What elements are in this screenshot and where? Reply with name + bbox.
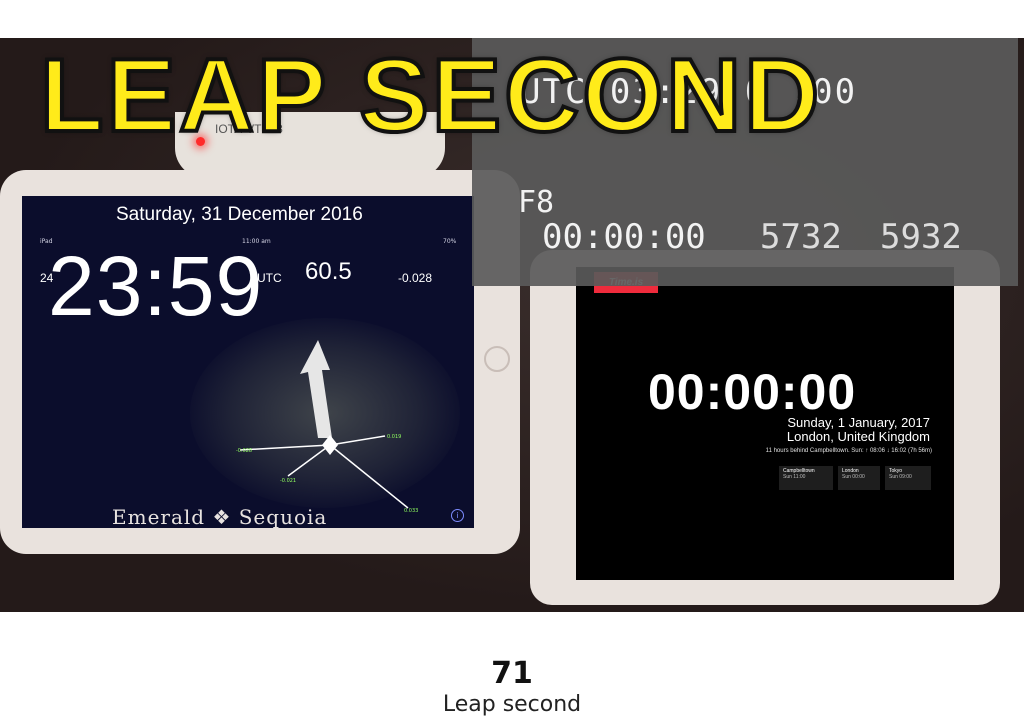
timeis-date: Sunday, 1 January, 2017 — [787, 415, 930, 430]
offset-dial — [239, 340, 409, 509]
city-time: Sun 09:00 — [889, 474, 912, 480]
timeis-info: 11 hours behind Campbelltown. Sun: ↑ 08:… — [765, 448, 932, 454]
timeis-location: London, United Kingdom — [786, 429, 930, 444]
home-button — [484, 346, 510, 372]
overlay-count: 5732 — [760, 217, 842, 257]
overlay-frame-label: F8 — [518, 185, 555, 220]
dial-hand — [329, 435, 386, 446]
info-icon[interactable]: i — [451, 509, 464, 522]
dial-hand — [329, 444, 409, 509]
dial-hand — [287, 444, 331, 477]
dial-label: -0.021 — [280, 478, 297, 484]
overlay-timecode: 00:00:00 — [542, 217, 706, 257]
headline: LEAP SECOND — [38, 38, 823, 154]
clock-date: Saturday, 31 December 2016 — [116, 204, 363, 225]
dial-label: -0.028 — [236, 448, 253, 454]
overlay-count: 5932 — [880, 217, 962, 257]
city-card[interactable]: Campbelltown Sun 11:00 — [779, 466, 833, 490]
city-time: Sun 00:00 — [842, 474, 865, 480]
time-offset: -0.028 — [398, 271, 433, 285]
city-time: Sun 11:00 — [783, 474, 806, 480]
slide-number: 71 — [491, 656, 533, 691]
city-card[interactable]: Tokyo Sun 09:00 — [885, 466, 931, 490]
status-battery: 70% — [443, 238, 457, 245]
dial-label: 0.033 — [404, 508, 419, 514]
clock-time: 23:59 — [48, 239, 264, 333]
city-card[interactable]: London Sun 00:00 — [838, 466, 880, 490]
arrow-icon — [300, 340, 332, 438]
emerald-sequoia-logo: Emerald ❖ Sequoia — [112, 505, 328, 529]
clock-seconds: 60.5 — [305, 258, 352, 285]
dial-label: 0.019 — [387, 434, 402, 440]
slide-caption: Leap second — [442, 692, 582, 717]
timeis-time: 00:00:00 — [648, 364, 857, 420]
dial-hand — [239, 444, 331, 451]
